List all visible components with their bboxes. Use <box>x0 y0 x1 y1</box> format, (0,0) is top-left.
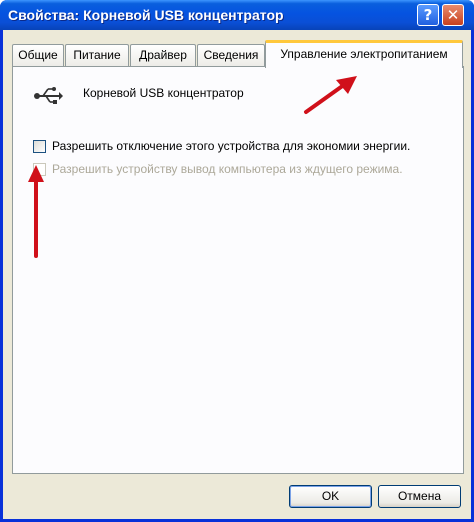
tab-driver[interactable]: Драйвер <box>130 44 196 67</box>
allow-power-off-checkbox[interactable] <box>33 140 46 153</box>
tab-general[interactable]: Общие <box>12 44 64 67</box>
cancel-button[interactable]: Отмена <box>378 485 461 508</box>
allow-wake-checkbox <box>33 163 46 176</box>
close-button[interactable]: ✕ <box>442 4 464 26</box>
tab-strip: Общие Питание Драйвер Сведения Управлени… <box>12 40 464 68</box>
tab-panel: Корневой USB концентратор Разрешить откл… <box>12 66 464 474</box>
allow-wake-label: Разрешить устройству вывод компьютера из… <box>52 162 403 176</box>
window-title: Свойства: Корневой USB концентратор <box>8 7 284 23</box>
device-name: Корневой USB концентратор <box>83 86 244 100</box>
tab-power-management[interactable]: Управление электропитанием <box>265 40 463 68</box>
tab-power[interactable]: Питание <box>65 44 129 67</box>
allow-power-off-label[interactable]: Разрешить отключение этого устройства дл… <box>52 139 410 153</box>
properties-dialog: Свойства: Корневой USB концентратор ? ✕ … <box>0 0 474 522</box>
help-button[interactable]: ? <box>417 4 439 26</box>
tab-details[interactable]: Сведения <box>197 44 265 67</box>
title-bar[interactable]: Свойства: Корневой USB концентратор ? ✕ <box>0 0 474 30</box>
usb-icon <box>34 87 63 104</box>
ok-button[interactable]: OK <box>289 485 372 508</box>
